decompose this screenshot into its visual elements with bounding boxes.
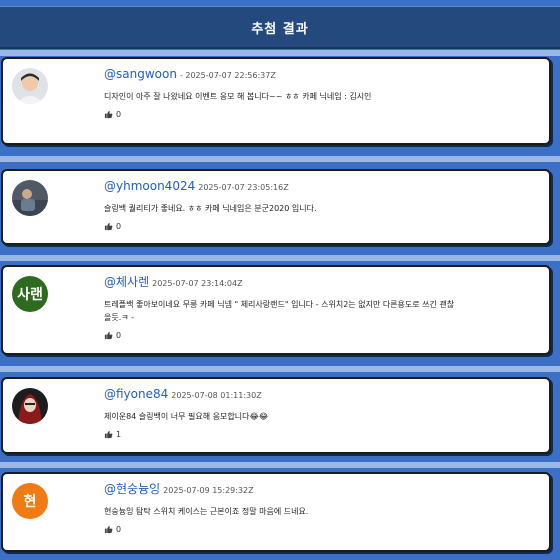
avatar-initial: 사랜 bbox=[17, 287, 43, 303]
comment-text: 트레플백 좋아보이네요 무릉 카페 닉넴 " 체리사랑랜드" 입니다 - 스위치… bbox=[104, 300, 455, 322]
avatar[interactable] bbox=[12, 388, 48, 424]
comment-text: 슬링백 퀄리티가 좋네요. ㅎㅎ 카페 닉네임은 분군2020 입니다. bbox=[104, 204, 317, 213]
avatar[interactable] bbox=[12, 180, 48, 216]
like-count: 0 bbox=[104, 331, 459, 340]
timestamp: 2025-07-08 01:11:30Z bbox=[171, 391, 262, 400]
avatar-initial: 현 bbox=[23, 494, 37, 510]
like-count: 1 bbox=[104, 430, 459, 439]
like-count-value: 0 bbox=[116, 331, 122, 340]
comment-card: 사랜 @체사렌 2025-07-07 23:14:04Z 트레플백 좋아보이네요 … bbox=[1, 265, 551, 355]
user-avatar-icon bbox=[12, 68, 48, 104]
timestamp: 2025-07-07 23:14:04Z bbox=[152, 279, 243, 288]
timestamp: 2025-07-07 23:05:16Z bbox=[198, 183, 289, 192]
divider-band bbox=[0, 255, 560, 261]
header-bar: 추첨 결과 bbox=[0, 6, 560, 49]
like-count-value: 1 bbox=[116, 430, 122, 439]
username-link[interactable]: @fiyone84 bbox=[104, 387, 168, 401]
username-link[interactable]: @sangwoon bbox=[104, 67, 177, 81]
comment-text: 현숭늉잉 탐탁 스위치 케이스는 근본이죠 정말 마음에 드네요. bbox=[104, 507, 309, 516]
like-count-value: 0 bbox=[116, 222, 122, 231]
divider-band bbox=[0, 366, 560, 372]
avatar[interactable]: 현 bbox=[12, 483, 48, 519]
comment-card: 현 @현숭늉잉 2025-07-09 15:29:32Z 현숭늉잉 탐탁 스위치 … bbox=[1, 472, 551, 552]
username-link[interactable]: @yhmoon4024 bbox=[104, 179, 195, 193]
thumbs-up-icon[interactable] bbox=[104, 110, 113, 119]
thumbs-up-icon[interactable] bbox=[104, 525, 113, 534]
user-avatar-icon bbox=[12, 388, 48, 424]
divider-band bbox=[0, 156, 560, 162]
timestamp: 2025-07-09 15:29:32Z bbox=[163, 486, 254, 495]
page: 추첨 결과 @sangwoon - 2025-07-07 22:56:37Z 디자… bbox=[0, 0, 560, 560]
user-avatar-icon bbox=[12, 180, 48, 216]
comment-card: @sangwoon - 2025-07-07 22:56:37Z 디자인이 아주 … bbox=[1, 57, 551, 145]
page-title: 추첨 결과 bbox=[251, 21, 309, 37]
comment-card: @fiyone84 2025-07-08 01:11:30Z 제이운84 슬링백이… bbox=[1, 377, 551, 454]
username-link[interactable]: @체사렌 bbox=[104, 275, 149, 289]
thumbs-up-icon[interactable] bbox=[104, 222, 113, 231]
avatar[interactable]: 사랜 bbox=[12, 276, 48, 312]
like-count-value: 0 bbox=[116, 525, 122, 534]
avatar[interactable] bbox=[12, 68, 48, 104]
thumbs-up-icon[interactable] bbox=[104, 430, 113, 439]
like-count: 0 bbox=[104, 110, 459, 119]
comment-text: 디자인이 아주 잘 나왔네요 이벤트 응모 해 봅니다~~ ㅎㅎ 카페 닉네임 … bbox=[104, 92, 372, 101]
comment-text: 제이운84 슬링백이 너무 필요해 응모합니다😂😂 bbox=[104, 412, 269, 421]
timestamp: - 2025-07-07 22:56:37Z bbox=[179, 71, 276, 80]
divider-band bbox=[0, 50, 560, 56]
like-count: 0 bbox=[104, 525, 459, 534]
username-link[interactable]: @현숭늉잉 bbox=[104, 482, 160, 496]
like-count: 0 bbox=[104, 222, 459, 231]
comment-card: @yhmoon4024 2025-07-07 23:05:16Z 슬링백 퀄리티가… bbox=[1, 169, 551, 245]
like-count-value: 0 bbox=[116, 110, 122, 119]
thumbs-up-icon[interactable] bbox=[104, 331, 113, 340]
divider-band bbox=[0, 462, 560, 468]
